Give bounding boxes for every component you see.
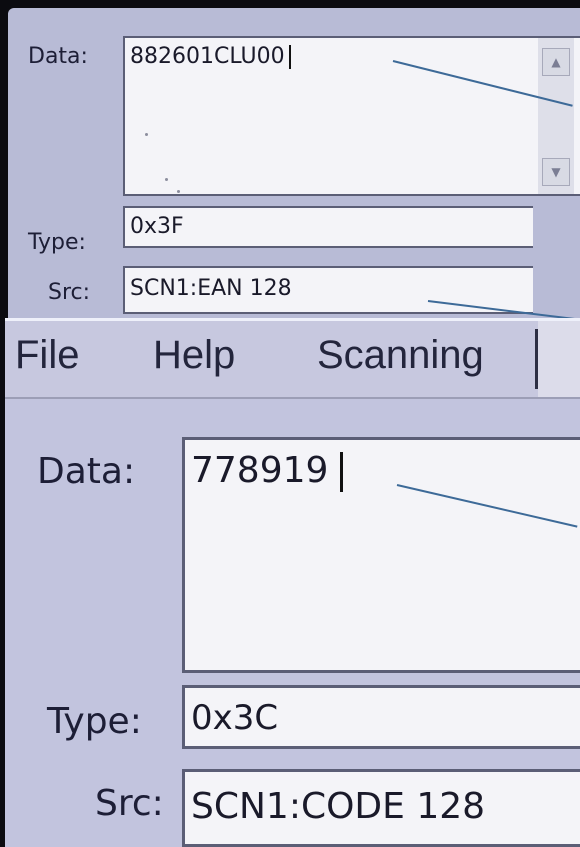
bottom-type-value: 0x3C — [191, 698, 279, 738]
bottom-data-label: Data: — [37, 451, 136, 492]
top-data-field[interactable]: 882601CLU00 — [123, 36, 580, 196]
menu-help[interactable]: Help — [153, 333, 235, 378]
top-scan-panel: Data: 882601CLU00 ▲ ▼ Type: 0x3F Src: SC… — [8, 8, 580, 323]
top-type-field[interactable]: 0x3F — [123, 206, 533, 248]
menu-bar-end — [538, 321, 580, 397]
bottom-src-value: SCN1:CODE 128 — [191, 786, 486, 827]
top-type-label: Type: — [28, 230, 86, 255]
bottom-data-value: 778919 — [191, 450, 329, 491]
bottom-type-field[interactable]: 0x3C — [182, 685, 580, 749]
top-data-value: 882601CLU00 — [130, 44, 285, 69]
bottom-src-field[interactable]: SCN1:CODE 128 — [182, 769, 580, 847]
bottom-src-label: Src: — [95, 783, 164, 824]
screen-speck — [145, 133, 148, 136]
bottom-text-caret — [340, 452, 344, 492]
top-data-label: Data: — [28, 44, 88, 69]
top-text-caret — [288, 45, 291, 69]
bottom-type-label: Type: — [47, 701, 142, 742]
bottom-data-field[interactable]: 778919 — [182, 437, 580, 673]
scroll-down-icon[interactable]: ▼ — [542, 158, 570, 186]
menu-file[interactable]: File — [15, 333, 79, 378]
top-src-value: SCN1:EAN 128 — [130, 276, 292, 301]
screen-speck — [165, 178, 168, 181]
menu-bar: File Help Scanning — [5, 321, 580, 399]
screen-speck — [177, 190, 180, 193]
menu-scanning[interactable]: Scanning — [317, 333, 484, 378]
scroll-up-icon[interactable]: ▲ — [542, 48, 570, 76]
bottom-scan-panel: File Help Scanning Data: 778919 Type: 0x… — [5, 318, 580, 847]
screen-speck — [285, 194, 288, 196]
top-type-value: 0x3F — [130, 214, 184, 239]
top-src-label: Src: — [48, 280, 91, 305]
